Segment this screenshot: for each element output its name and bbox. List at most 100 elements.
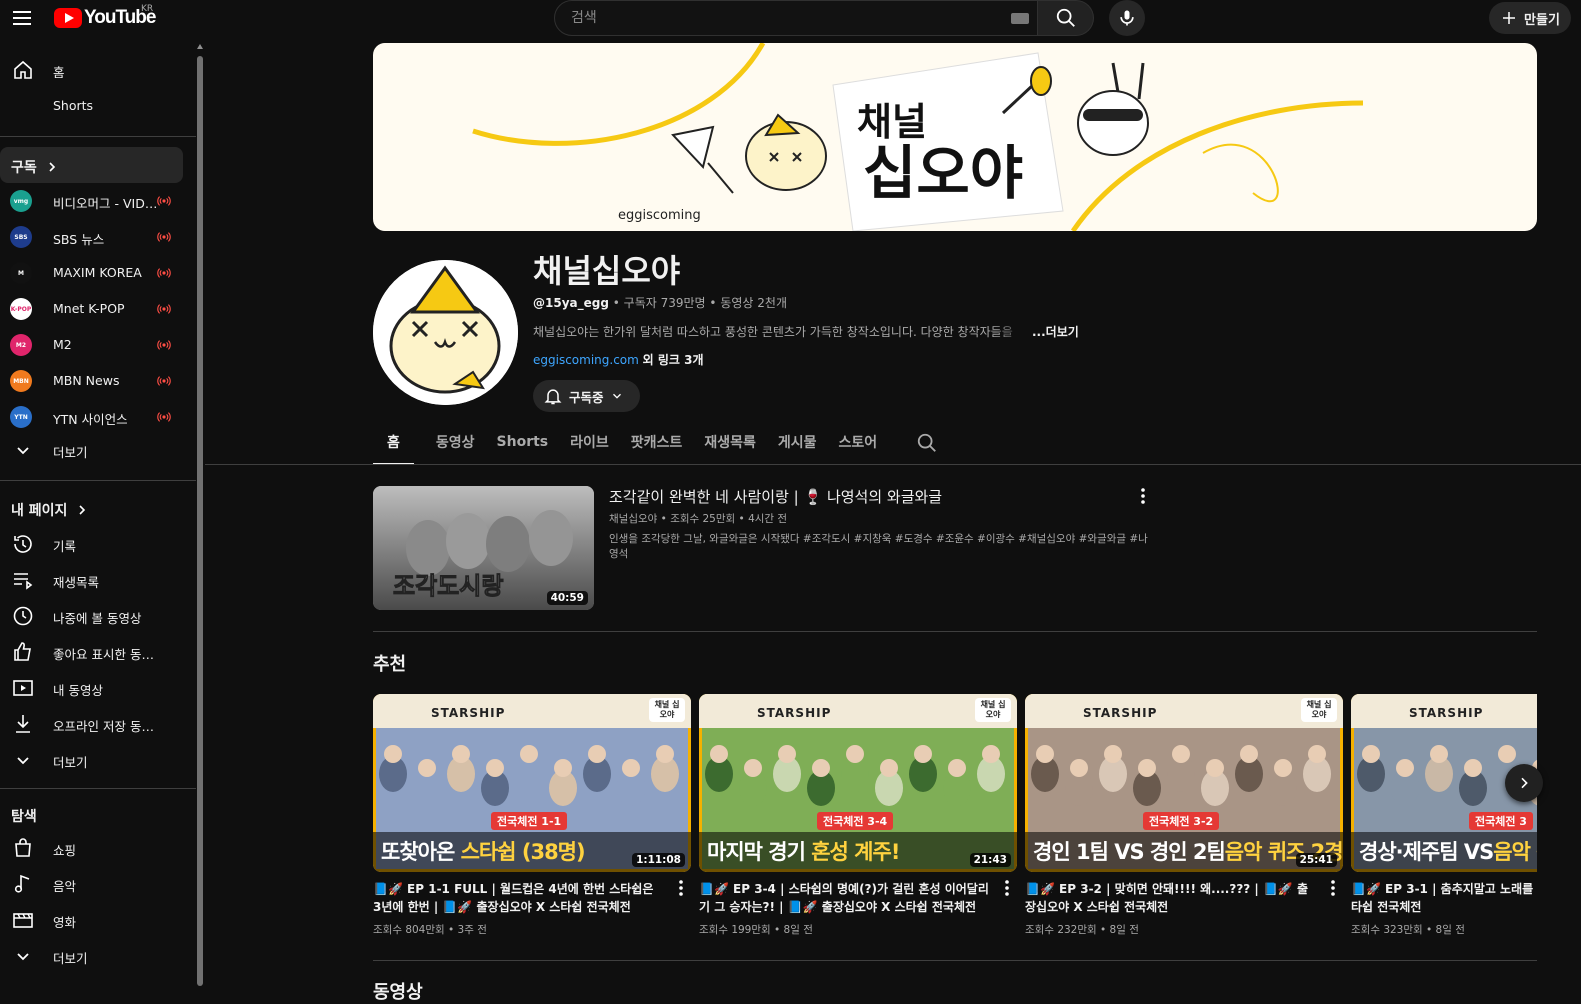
divider (0, 136, 196, 137)
featured-views: 조회수 25만회 (670, 513, 736, 525)
section-divider (373, 960, 1537, 961)
video-title[interactable]: 📘🚀 EP 3-4 | 스타쉽의 명예(?)가 걸린 혼성 이어달리기 그 승자… (699, 880, 989, 916)
channel-search-button[interactable] (916, 432, 938, 454)
sidebar-item-m2[interactable]: M2 M2 (0, 327, 182, 363)
sidebar-item-maxim-korea[interactable]: M MAXIM KOREA (0, 255, 182, 291)
tab-store[interactable]: 스토어 (838, 420, 877, 464)
duration-badge: 25:41 (1295, 853, 1337, 867)
featured-channel[interactable]: 채널십오야 (609, 513, 657, 525)
sidebar-item-shorts[interactable]: Shorts (0, 88, 182, 124)
create-button[interactable]: 만들기 (1489, 2, 1571, 34)
explore-heading: 탐색 (11, 806, 37, 826)
search-input[interactable] (554, 0, 1038, 36)
tab-videos[interactable]: 동영상 (436, 420, 475, 464)
explore-more[interactable]: 더보기 (0, 938, 182, 974)
tab-home[interactable]: 홈 (373, 420, 414, 465)
video-card[interactable]: STARSHIP 채널 십오야 전국체전 3-4 마지막 경기 혼성 계주! 21:43… (699, 694, 1017, 936)
sidebar-item-ytn-science[interactable]: YTN YTN 사이언스 (0, 399, 182, 435)
sidebar-item-watch-later[interactable]: 나중에 볼 동영상 (0, 598, 182, 634)
episode-tag: 전국체전 3-4 (817, 812, 894, 830)
sidebar-item-home[interactable]: 홈 (0, 52, 182, 88)
video-card[interactable]: STARSHIP 채널 십오야 전국체전 1-1 또찾아온 스타쉽 (38명) 1:11… (373, 694, 691, 936)
sidebar-item-mbn-news[interactable]: MBN MBN News (0, 363, 182, 399)
sidebar-item-label: 영화 (53, 915, 77, 930)
thumbnail-caption: 또찾아온 스타쉽 (38명) (381, 836, 586, 866)
sidebar-item-playlists[interactable]: 재생목록 (0, 562, 182, 598)
channel-handle: @15ya_egg (533, 296, 609, 310)
episode-tag: 전국체전 3 (1469, 812, 1533, 830)
video-thumbnail[interactable]: STARSHIP 채널 십오야 전국체전 1-1 또찾아온 스타쉽 (38명) 1:11… (373, 694, 691, 872)
video-title[interactable]: 📘🚀 EP 3-2 | 맞히면 안돼!!!! 왜....??? | 📘🚀 출장십… (1025, 880, 1315, 916)
channel-corner-badge: 채널 십오야 (649, 698, 685, 722)
sidebar-item-movies[interactable]: 영화 (0, 902, 182, 938)
sidebar-item-video-mug[interactable]: vmg 비디오머그 - VIDE... (0, 183, 182, 219)
voice-search-button[interactable] (1109, 0, 1145, 36)
sidebar-item-sbs-news[interactable]: SBS SBS 뉴스 (0, 219, 182, 255)
chevron-right-icon (49, 162, 55, 172)
description-more-link[interactable]: ...더보기 (1032, 323, 1079, 340)
mic-icon (1120, 10, 1134, 26)
caption-part: 마지막 경기 (707, 840, 812, 864)
tab-podcasts[interactable]: 팟캐스트 (631, 420, 683, 464)
more-links[interactable]: 외 링크 3개 (643, 353, 704, 367)
sidebar-item-label: Mnet K-POP (53, 301, 125, 316)
more-actions-button[interactable] (997, 878, 1017, 898)
tab-live[interactable]: 라이브 (570, 420, 609, 464)
sidebar-item-label: 더보기 (53, 755, 88, 770)
subscribed-button[interactable]: 구독중 (533, 380, 640, 412)
video-title[interactable]: 📘🚀 EP 1-1 FULL | 월드컵은 4년에 한번 스타쉽은 3년에 한번… (373, 880, 663, 916)
video-title[interactable]: 📘🚀 EP 3-1 | 춤추지말고 노래를 맞... 장십오야 X 스타쉽 전국… (1351, 880, 1537, 916)
sidebar-item-music[interactable]: 음악 (0, 866, 182, 902)
history-icon (14, 535, 32, 553)
live-indicator-icon (157, 412, 171, 422)
download-icon (16, 715, 30, 733)
kebab-icon (1005, 880, 1009, 896)
search-button[interactable] (1038, 0, 1094, 36)
live-indicator-icon (157, 340, 171, 350)
featured-age: 4시간 전 (748, 513, 788, 525)
video-thumbnail[interactable]: STARSHIP 채널 십오야 전국체전 3-2 경인 1팀 VS 경인 2팀음악 퀴… (1025, 694, 1343, 872)
channel-name: 채널십오야 (533, 252, 681, 290)
channel-avatar[interactable] (373, 260, 518, 405)
sidebar-item-label: 쇼핑 (53, 843, 77, 858)
mypage-heading[interactable]: 내 페이지 (11, 500, 87, 520)
carousel-next-button[interactable] (1505, 764, 1543, 802)
thumbnail-caption: 경상·제주팀 VS음악 퀴즈 1 (1359, 836, 1537, 866)
mypage-more[interactable]: 더보기 (0, 742, 182, 778)
video-icon (13, 680, 33, 696)
tab-shorts[interactable]: Shorts (497, 420, 549, 464)
sidebar-item-downloads[interactable]: 오프라인 저장 동영상 (0, 706, 182, 742)
subscriptions-more[interactable]: 더보기 (0, 432, 182, 468)
sidebar-scrollbar[interactable] (196, 36, 205, 988)
more-actions-button[interactable] (1133, 486, 1153, 506)
channel-tabs: 홈 동영상 Shorts 라이브 팟캐스트 재생목록 게시물 스토어 (373, 420, 899, 465)
sidebar-item-shopping[interactable]: 쇼핑 (0, 830, 182, 866)
kebab-icon (1331, 880, 1335, 896)
more-actions-button[interactable] (1323, 878, 1343, 898)
video-card[interactable]: STARSHIP 채널 십오야 전국체전 3-2 경인 1팀 VS 경인 2팀음악 퀴… (1025, 694, 1343, 936)
sidebar-item-liked[interactable]: 좋아요 표시한 동영상 (0, 634, 182, 670)
channel-link[interactable]: eggiscoming.com (533, 353, 639, 367)
menu-icon[interactable] (10, 6, 34, 30)
scroll-up-icon[interactable] (197, 44, 203, 49)
caption-part: 경상·제주팀 VS (1359, 840, 1494, 864)
tab-posts[interactable]: 게시물 (778, 420, 817, 464)
search-bar (554, 0, 1094, 36)
featured-video-title[interactable]: 조각같이 완벽한 네 사람이랑 | 🍷 나영석의 와글와글 (609, 486, 942, 507)
keyboard-icon[interactable] (1011, 13, 1029, 24)
caption-part: 경인 1팀 VS 경인 2팀 (1033, 840, 1226, 864)
featured-video-thumbnail[interactable]: 조각도시랑 40:59 (373, 486, 594, 610)
sidebar-item-mnet-kpop[interactable]: K-POP Mnet K-POP (0, 291, 182, 327)
more-actions-button[interactable] (671, 878, 691, 898)
recommended-heading: 추천 (373, 654, 407, 675)
live-indicator-icon (157, 304, 171, 314)
sidebar-item-history[interactable]: 기록 (0, 526, 182, 562)
mypage-label: 내 페이지 (11, 503, 68, 519)
tab-playlists[interactable]: 재생목록 (704, 420, 756, 464)
video-meta: 조회수 232만회 • 8일 전 (1025, 924, 1139, 936)
thumbnail-caption: 마지막 경기 혼성 계주! (707, 836, 900, 866)
sidebar: 홈 Shorts 구독 vmg 비디오머그 - VIDE... SBS SBS 뉴스 M… (0, 36, 196, 988)
video-thumbnail[interactable]: STARSHIP 채널 십오야 전국체전 3-4 마지막 경기 혼성 계주! 21:43 (699, 694, 1017, 872)
sidebar-item-my-videos[interactable]: 내 동영상 (0, 670, 182, 706)
scrollbar-thumb[interactable] (197, 56, 203, 986)
